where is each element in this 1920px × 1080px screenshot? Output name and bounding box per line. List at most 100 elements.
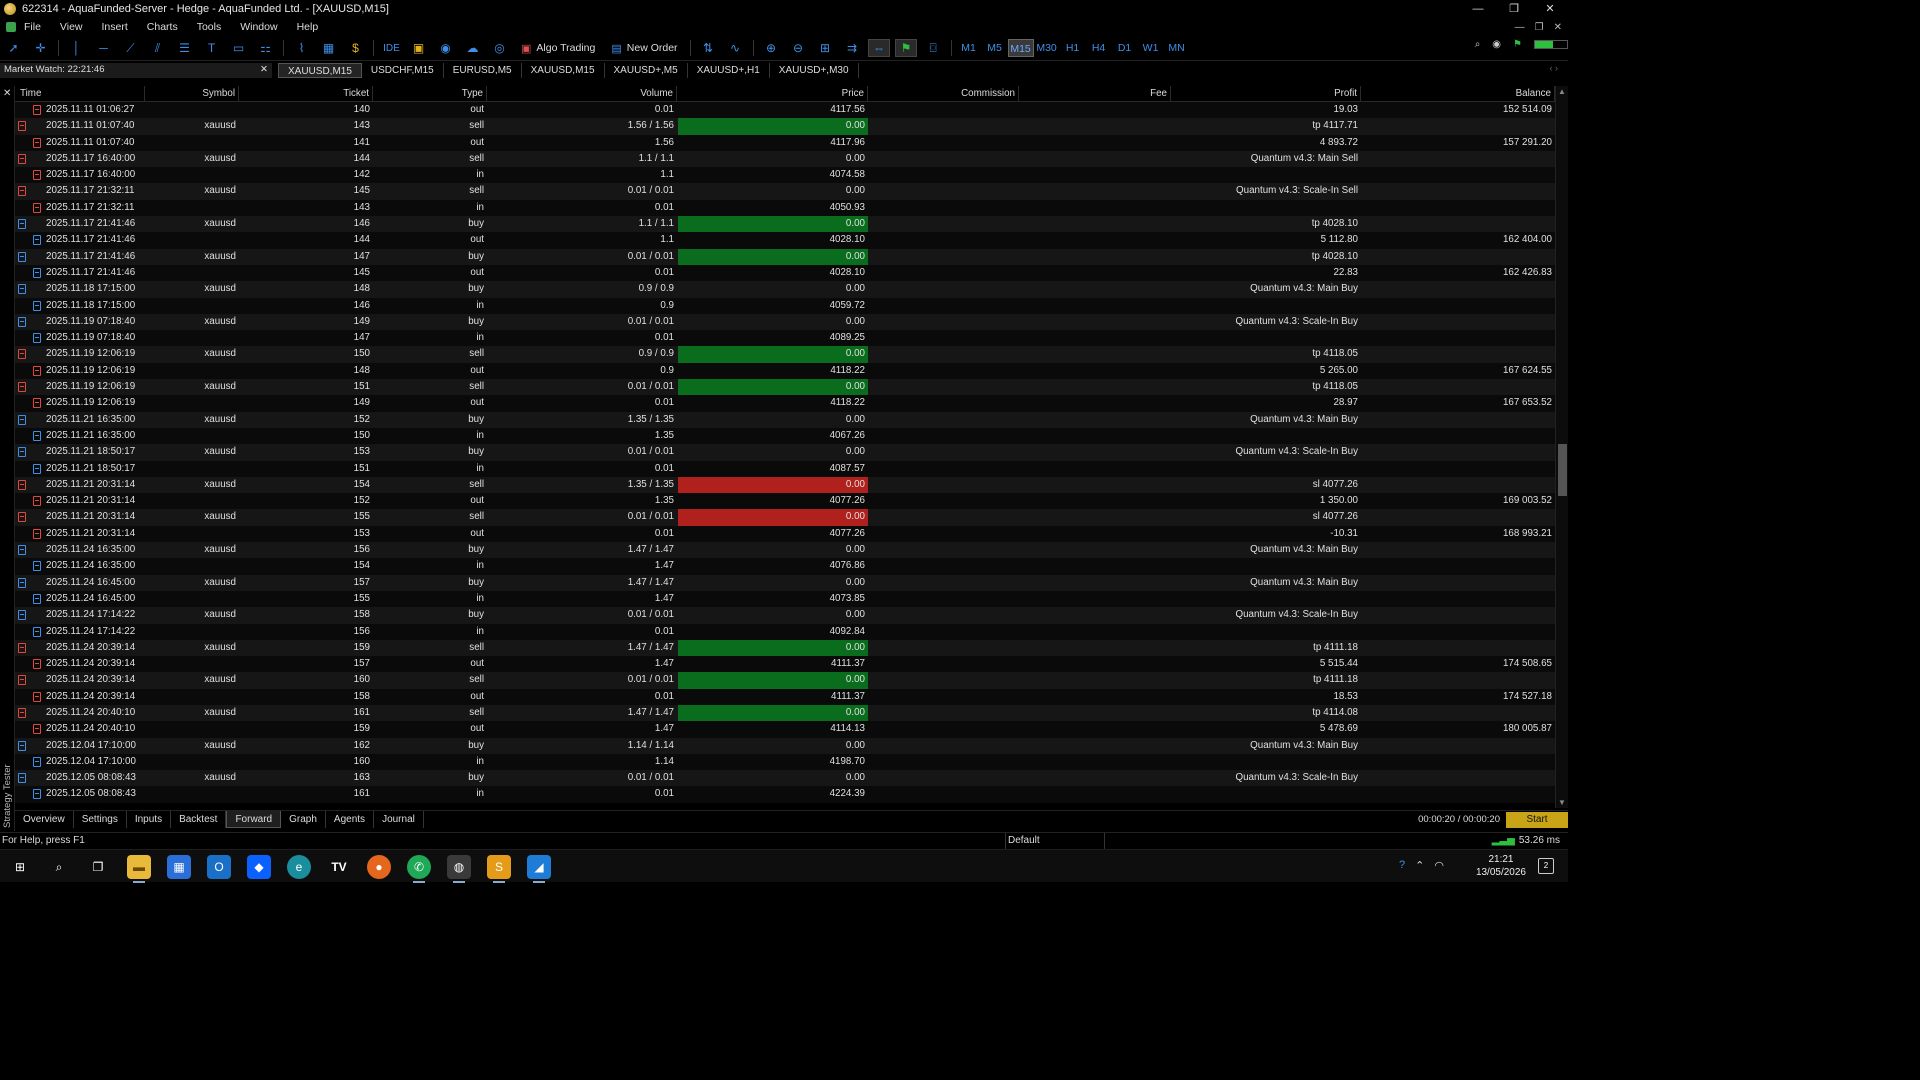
- restore-icon[interactable]: ❐: [1496, 0, 1532, 18]
- table-row[interactable]: 2025.11.17 21:32:11 xauusd 145 sell 0.01 / 0…: [15, 183, 1555, 200]
- table-row[interactable]: 2025.11.17 16:40:00 xauusd 144 sell 1.1 / 1.…: [15, 150, 1555, 168]
- col-fee[interactable]: Fee: [1020, 86, 1171, 103]
- windows-start-icon[interactable]: ⊞: [8, 855, 32, 879]
- child-close-icon[interactable]: ✕: [1554, 22, 1562, 33]
- horizontal-line-icon[interactable]: ─: [93, 39, 115, 57]
- market-watch-close-icon[interactable]: ✕: [260, 63, 268, 76]
- col-type[interactable]: Type: [374, 86, 487, 103]
- col-profit[interactable]: Profit: [1172, 86, 1361, 103]
- account-icon[interactable]: ◉: [1492, 39, 1501, 50]
- profile-name[interactable]: Default: [1005, 833, 1105, 849]
- ide-button[interactable]: IDE: [381, 39, 403, 57]
- chart-type-icon[interactable]: ▦: [318, 39, 340, 57]
- task-view-icon[interactable]: ❐: [86, 855, 110, 879]
- start-button[interactable]: Start: [1506, 812, 1568, 828]
- menu-tools[interactable]: Tools: [197, 21, 222, 33]
- table-row[interactable]: 2025.11.24 20:39:14 158 out 0.01 4111.37 18.5…: [15, 688, 1555, 705]
- child-minimize-icon[interactable]: —: [1515, 22, 1525, 33]
- table-row[interactable]: 2025.11.24 20:39:14 xauusd 159 sell 1.47 / 1…: [15, 639, 1555, 657]
- whatsapp-icon[interactable]: ✆: [407, 855, 431, 883]
- timeframe-w1[interactable]: W1: [1138, 39, 1164, 57]
- tab-forward[interactable]: Forward: [226, 811, 282, 828]
- table-row[interactable]: 2025.11.24 16:35:00 154 in 1.47 4076.86: [15, 558, 1555, 575]
- col-ticket[interactable]: Ticket: [240, 86, 373, 103]
- table-row[interactable]: 2025.12.05 08:08:43 xauusd 163 buy 0.01 / 0.…: [15, 770, 1555, 787]
- table-row[interactable]: 2025.11.21 20:31:14 152 out 1.35 4077.26 1 35…: [15, 493, 1555, 510]
- notification-icon[interactable]: 2: [1538, 858, 1554, 874]
- timeframe-h4[interactable]: H4: [1086, 39, 1112, 57]
- table-row[interactable]: 2025.11.17 21:32:11 143 in 0.01 4050.93: [15, 199, 1555, 217]
- file-explorer-icon[interactable]: ▬: [127, 855, 151, 883]
- close-icon[interactable]: ✕: [1532, 0, 1568, 18]
- col-volume[interactable]: Volume: [488, 86, 677, 103]
- search-taskbar-icon[interactable]: ⌕: [47, 855, 71, 879]
- new-order-button[interactable]: ▤ New Order: [611, 42, 677, 55]
- fibonacci-icon[interactable]: ☰: [174, 39, 196, 57]
- tab-settings[interactable]: Settings: [74, 811, 127, 828]
- table-row[interactable]: 2025.11.11 01:07:40 141 out 1.56 4117.96 4 89…: [15, 134, 1555, 151]
- timeframe-d1[interactable]: D1: [1112, 39, 1138, 57]
- table-row[interactable]: 2025.11.19 12:06:19 149 out 0.01 4118.22 28.9…: [15, 395, 1555, 412]
- timeframe-m30[interactable]: M30: [1034, 39, 1060, 57]
- chart-tab[interactable]: XAUUSD+,M30: [770, 63, 859, 78]
- timeframe-mn[interactable]: MN: [1164, 39, 1190, 57]
- table-row[interactable]: 2025.11.21 16:35:00 150 in 1.35 4067.26: [15, 427, 1555, 445]
- services-icon[interactable]: ◎: [489, 39, 511, 57]
- table-row[interactable]: 2025.11.24 17:14:22 xauusd 158 buy 0.01 / 0.…: [15, 607, 1555, 624]
- table-row[interactable]: 2025.11.19 12:06:19 148 out 0.9 4118.22 5 265…: [15, 362, 1555, 380]
- metatrader-icon[interactable]: ◍: [447, 855, 471, 883]
- table-row[interactable]: 2025.11.11 01:06:27 140 out 0.01 4117.56 19.0…: [15, 102, 1555, 119]
- scroll-down-icon[interactable]: ▼: [1558, 798, 1566, 807]
- scroll-up-icon[interactable]: ▲: [1558, 87, 1566, 96]
- depth-of-market-icon[interactable]: ⇅: [697, 39, 719, 57]
- table-row[interactable]: 2025.11.21 18:50:17 xauusd 153 buy 0.01 / 0.…: [15, 444, 1555, 461]
- crosshair-icon[interactable]: ✛: [30, 39, 52, 57]
- indicator-icon[interactable]: ∿: [724, 39, 746, 57]
- table-row[interactable]: 2025.11.21 20:31:14 153 out 0.01 4077.26 -10.…: [15, 525, 1555, 543]
- table-row[interactable]: 2025.11.17 21:41:46 145 out 0.01 4028.10 22.8…: [15, 264, 1555, 282]
- objects-icon[interactable]: ⚏: [255, 39, 277, 57]
- tab-journal[interactable]: Journal: [374, 811, 424, 828]
- tab-overview[interactable]: Overview: [15, 811, 74, 828]
- table-row[interactable]: 2025.11.19 12:06:19 xauusd 150 sell 0.9 / 0.…: [15, 346, 1555, 363]
- tab-inputs[interactable]: Inputs: [127, 811, 172, 828]
- connection-status[interactable]: ▂▃▅ 53.26 ms: [1492, 833, 1560, 849]
- table-row[interactable]: 2025.11.11 01:07:40 xauusd 143 sell 1.56 / 1…: [15, 118, 1555, 135]
- channel-icon[interactable]: ⫽: [147, 39, 169, 57]
- menu-charts[interactable]: Charts: [147, 21, 178, 33]
- table-row[interactable]: 2025.11.24 17:14:22 156 in 0.01 4092.84: [15, 623, 1555, 640]
- trade-icon[interactable]: $: [345, 39, 367, 57]
- timeframe-h1[interactable]: H1: [1060, 39, 1086, 57]
- chart-shift-icon[interactable]: ⇔: [868, 39, 891, 57]
- table-row[interactable]: 2025.11.17 21:41:46 xauusd 146 buy 1.1 / 1.1…: [15, 216, 1555, 233]
- microsoft-store-icon[interactable]: ▦: [167, 855, 191, 879]
- tab-scroll-arrows-icon[interactable]: ‹ ›: [1550, 63, 1559, 73]
- table-row[interactable]: 2025.11.21 16:35:00 xauusd 152 buy 1.35 / 1.…: [15, 411, 1555, 428]
- vps-icon[interactable]: ☁: [462, 39, 484, 57]
- screenshot-icon[interactable]: ⌼: [922, 39, 944, 57]
- table-row[interactable]: 2025.11.18 17:15:00 146 in 0.9 4059.72: [15, 297, 1555, 314]
- table-row[interactable]: 2025.11.17 16:40:00 142 in 1.1 4074.58: [15, 167, 1555, 184]
- table-row[interactable]: 2025.11.19 07:18:40 147 in 0.01 4089.25: [15, 330, 1555, 347]
- zoom-out-icon[interactable]: ⊖: [787, 39, 809, 57]
- sublime-icon[interactable]: S: [487, 855, 511, 883]
- col-commission[interactable]: Commission: [869, 86, 1019, 103]
- trendline-icon[interactable]: ⟋: [120, 39, 142, 57]
- dropbox-icon[interactable]: ◆: [247, 855, 271, 879]
- table-row[interactable]: 2025.11.18 17:15:00 xauusd 148 buy 0.9 / 0.9…: [15, 281, 1555, 298]
- signals-icon[interactable]: ◉: [435, 39, 457, 57]
- chart-tab[interactable]: XAUUSD,M15: [278, 63, 362, 78]
- cursor-icon[interactable]: ➚: [3, 39, 25, 57]
- algo-trading-button[interactable]: ▣ Algo Trading: [521, 42, 595, 55]
- table-row[interactable]: 2025.11.19 07:18:40 xauusd 149 buy 0.01 / 0.…: [15, 313, 1555, 331]
- tester-close-icon[interactable]: ✕: [3, 88, 11, 99]
- table-row[interactable]: 2025.11.24 16:45:00 xauusd 157 buy 1.47 / 1.…: [15, 574, 1555, 591]
- vertical-line-icon[interactable]: │: [66, 39, 88, 57]
- timeframe-m5[interactable]: M5: [982, 39, 1008, 57]
- auto-scroll-icon[interactable]: ⇉: [841, 39, 863, 57]
- child-restore-icon[interactable]: ❐: [1535, 22, 1544, 33]
- table-row[interactable]: 2025.11.24 16:35:00 xauusd 156 buy 1.47 / 1.…: [15, 542, 1555, 559]
- menu-help[interactable]: Help: [297, 21, 319, 33]
- shapes-icon[interactable]: ▭: [228, 39, 250, 57]
- tab-backtest[interactable]: Backtest: [171, 811, 227, 828]
